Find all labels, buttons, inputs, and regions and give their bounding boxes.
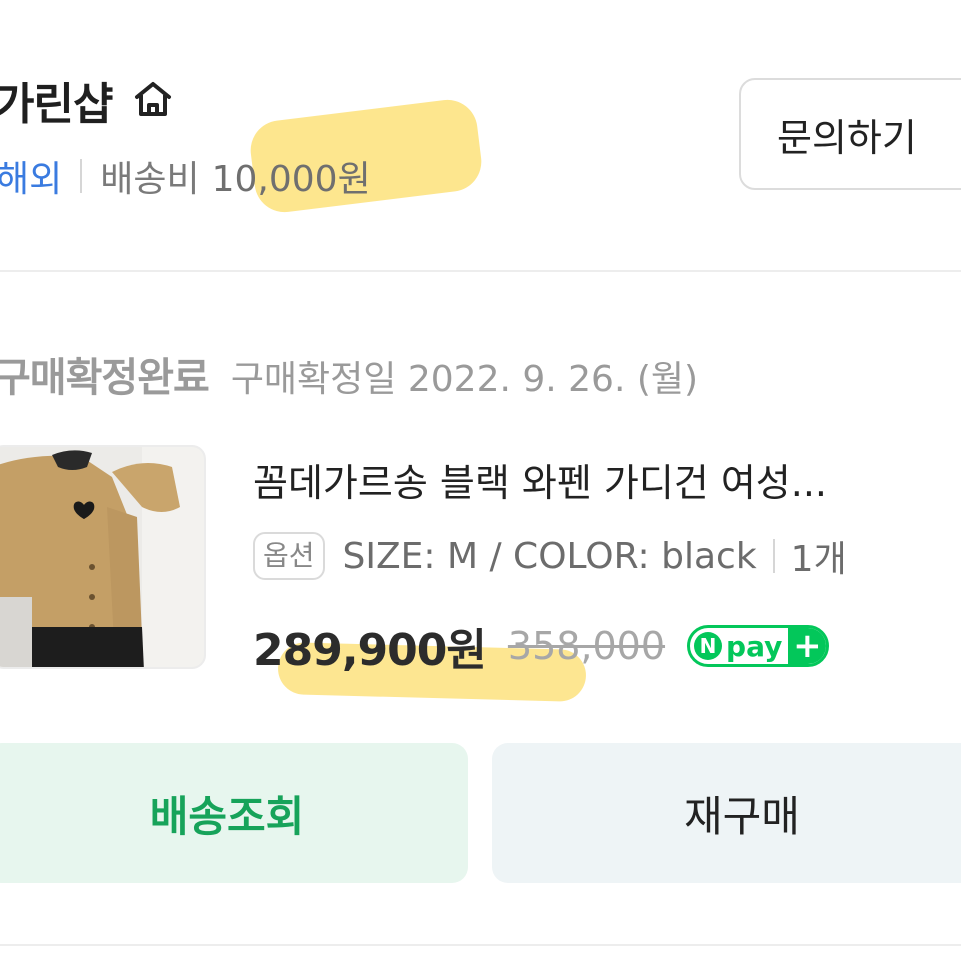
product-thumbnail[interactable] bbox=[0, 445, 206, 669]
store-name[interactable]: 가린샵 bbox=[0, 68, 113, 132]
npay-n-icon: N bbox=[694, 632, 723, 660]
rebuy-button[interactable]: 재구매 bbox=[492, 743, 961, 883]
npay-plus-icon: + bbox=[788, 628, 827, 664]
track-delivery-button[interactable]: 배송조회 bbox=[0, 743, 468, 883]
product-name[interactable]: 꼼데가르송 블랙 와펜 가디건 여성... bbox=[253, 452, 953, 507]
bottom-divider bbox=[0, 944, 961, 946]
price-row: 289,900원 358,000 N pay + bbox=[253, 614, 830, 678]
store-meta: 해외 배송비 10,000원 bbox=[0, 150, 371, 202]
section-divider bbox=[0, 270, 961, 272]
shipping-label: 배송비 bbox=[100, 159, 200, 200]
order-status-row: 구매확정완료 구매확정일 2022. 9. 26. (월) bbox=[0, 345, 698, 403]
divider bbox=[80, 159, 83, 193]
product-image bbox=[0, 447, 204, 667]
confirm-date: 구매확정일 2022. 9. 26. (월) bbox=[230, 359, 699, 400]
option-text: SIZE: M / COLOR: black bbox=[342, 535, 757, 577]
current-price: 289,900원 bbox=[253, 625, 487, 676]
overseas-link[interactable]: 해외 bbox=[0, 150, 62, 202]
original-price: 358,000 bbox=[507, 624, 666, 668]
option-chip: 옵션 bbox=[253, 532, 325, 580]
quantity: 1개 bbox=[790, 539, 847, 580]
npay-label: pay bbox=[726, 629, 783, 663]
option-row: 옵션 SIZE: M / COLOR: black 1개 bbox=[253, 530, 847, 582]
divider bbox=[772, 539, 775, 573]
home-icon[interactable] bbox=[130, 76, 176, 122]
npay-badge: N pay + bbox=[687, 625, 830, 667]
order-status: 구매확정완료 bbox=[0, 355, 210, 401]
inquiry-button[interactable]: 문의하기 bbox=[739, 78, 961, 190]
shipping-fee: 10,000원 bbox=[211, 159, 371, 200]
